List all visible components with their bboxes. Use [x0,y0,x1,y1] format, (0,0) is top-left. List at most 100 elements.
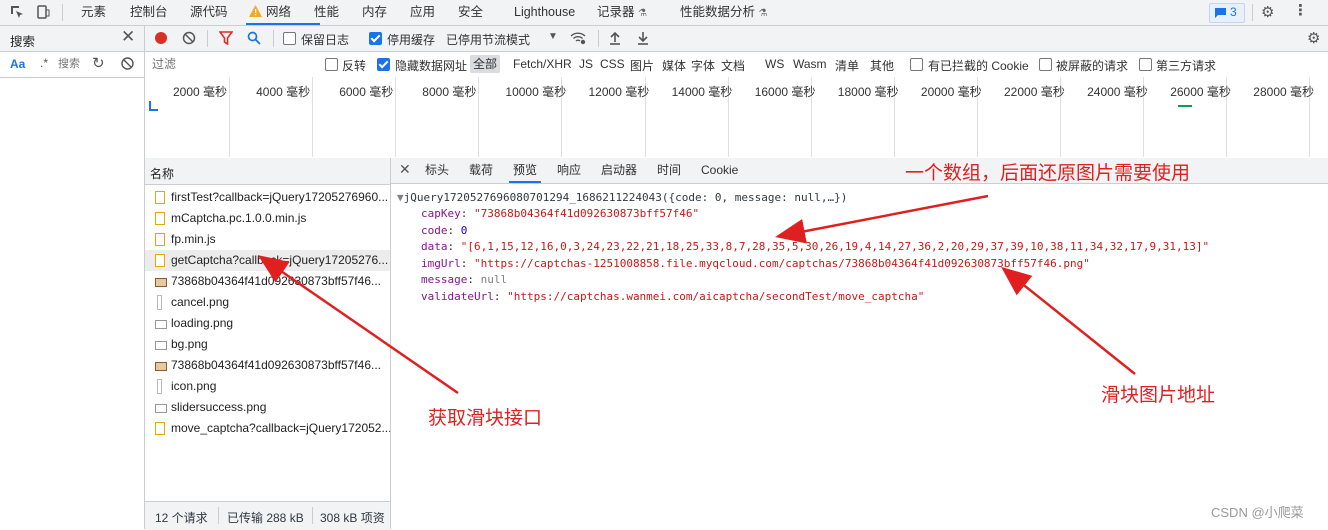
request-list-header[interactable]: 名称 [145,158,390,185]
timeline-tick-label: 4000 毫秒 [256,85,311,99]
more-options-icon[interactable]: ⋮ [1293,1,1308,19]
flask-icon: ⚗ [758,8,768,19]
request-row[interactable]: cancel.png [145,292,390,313]
import-har-icon[interactable] [609,31,621,45]
export-har-icon[interactable] [637,31,649,45]
invert-checkbox[interactable] [325,58,338,71]
disable-cache-checkbox[interactable] [369,32,382,45]
close-icon[interactable]: ✕ [121,27,135,47]
hide-data-urls-checkbox[interactable] [377,58,390,71]
search-icon[interactable] [247,31,261,45]
divider [62,4,63,21]
type-filter-1[interactable]: Fetch/XHR [513,57,572,71]
tab-lighthouse[interactable]: Lighthouse [514,0,575,25]
json-field-validateUrl[interactable]: validateUrl: "https://captchas.wanmei.co… [421,289,924,305]
tab-network[interactable]: 网络 [246,0,320,25]
request-row[interactable]: move_captcha?callback=jQuery172052... [145,418,390,439]
throttling-select[interactable]: 已停用节流模式 [446,31,530,48]
tab-application[interactable]: 应用 [410,0,435,25]
request-row[interactable]: fp.min.js [145,229,390,250]
request-row[interactable]: firstTest?callback=jQuery17205276960... [145,187,390,208]
request-row[interactable]: mCaptcha.pc.1.0.0.min.js [145,208,390,229]
network-settings-gear-icon[interactable]: ⚙ [1307,29,1320,47]
details-tab-2[interactable]: 预览 [509,158,542,183]
tab-sources[interactable]: 源代码 [190,0,228,25]
details-tab-6[interactable]: Cookie [701,158,738,183]
type-filter-9[interactable]: Wasm [793,57,827,71]
request-row[interactable]: slidersuccess.png [145,397,390,418]
js-file-icon [155,233,165,246]
network-conditions-icon[interactable] [570,31,587,45]
timeline-tick-label: 18000 毫秒 [837,85,899,99]
json-root[interactable]: ▼jQuery17205276960807012​94_168621122404… [397,190,847,206]
filter-icon[interactable] [219,31,233,45]
json-field-capKey[interactable]: capKey: "73868b04364f41d092630873bff57f4… [421,206,699,222]
type-filter-8[interactable]: WS [765,57,784,71]
settings-gear-icon[interactable]: ⚙ [1261,3,1274,21]
regex-toggle[interactable]: .* [40,56,48,70]
json-key: code [421,223,448,237]
type-filter-6[interactable]: 字体 [691,57,715,74]
tab-memory[interactable]: 内存 [362,0,387,25]
type-filter-11[interactable]: 其他 [870,57,894,74]
chevron-down-icon[interactable]: ▼ [548,31,558,42]
json-key: message [421,273,468,286]
json-value: "https://captchas-1251008858.file.myqclo… [474,256,1090,270]
blocked-requests-checkbox[interactable] [1039,58,1052,71]
json-field-data[interactable]: data: "[6,1,15,12,16,0,3,24,23,22,21,18,… [421,239,1209,255]
match-case-toggle[interactable]: Aa [10,57,25,71]
type-filter-2[interactable]: JS [579,57,593,71]
tab-performance[interactable]: 性能 [314,0,339,25]
request-name: slidersuccess.png [171,400,267,414]
tab-console[interactable]: 控制台 [130,0,168,25]
json-field-code[interactable]: code: 0 [421,223,467,239]
devtools-tab-bar: 元素 控制台 源代码 网络 性能 内存 应用 安全 Lighthouse 记录器… [0,0,1328,26]
details-tab-3[interactable]: 响应 [557,158,581,183]
divider [207,30,208,47]
timeline-tick-label: 14000 毫秒 [671,85,733,99]
third-party-checkbox[interactable] [1139,58,1152,71]
search-input[interactable] [58,56,86,71]
request-name: cancel.png [171,295,230,309]
type-filter-7[interactable]: 文档 [721,57,745,74]
clear-icon[interactable] [121,57,134,70]
tab-performance-insights[interactable]: 性能数据分析 ⚗ [680,0,767,25]
type-filter-10[interactable]: 清单 [835,57,859,74]
type-filter-0[interactable]: 全部 [470,55,501,73]
refresh-icon[interactable]: ↻ [92,54,105,72]
details-tab-5[interactable]: 时间 [657,158,681,183]
request-name: 73868b04364f41d092630873bff57f46... [171,274,381,288]
annotation-slider-image: 滑块图片地址 [1101,385,1216,406]
json-field-imgUrl[interactable]: imgUrl: "https://captchas-1251008858.fil… [421,256,1090,272]
json-colon: : [447,240,461,253]
tab-recorder[interactable]: 记录器 ⚗ [597,0,647,25]
type-filter-5[interactable]: 媒体 [662,57,686,74]
type-filter-4[interactable]: 图片 [630,57,654,74]
request-name: getCaptcha?callback=jQuery17205276... [171,253,389,267]
request-row[interactable]: bg.png [145,334,390,355]
divider [312,507,313,524]
request-row[interactable]: 73868b04364f41d092630873bff57f46... [145,271,390,292]
issues-counter-button[interactable]: 3 [1209,3,1245,23]
request-row[interactable]: 73868b04364f41d092630873bff57f46... [145,355,390,376]
preserve-log-checkbox[interactable] [283,32,296,45]
request-row[interactable]: loading.png [145,313,390,334]
details-tab-4[interactable]: 启动器 [601,158,637,183]
clear-log-icon[interactable] [182,31,196,45]
details-tab-1[interactable]: 载荷 [469,158,493,183]
filter-input[interactable] [149,56,315,72]
image-icon [155,278,167,287]
request-row[interactable]: icon.png [145,376,390,397]
record-icon[interactable] [154,31,168,45]
timeline-overview[interactable]: 2000 毫秒 4000 毫秒 6000 毫秒 8000 毫秒 10000 毫秒 1200… [145,77,1328,159]
json-field-message[interactable]: message: null [421,272,507,288]
details-tab-0[interactable]: 标头 [425,158,449,183]
device-toolbar-icon[interactable] [35,4,51,20]
type-filter-3[interactable]: CSS [600,57,625,71]
tab-elements[interactable]: 元素 [81,0,106,25]
close-details-icon[interactable]: ✕ [399,161,411,178]
tab-security[interactable]: 安全 [458,0,483,25]
request-row[interactable]: getCaptcha?callback=jQuery17205276... [145,250,390,271]
blocked-cookies-checkbox[interactable] [910,58,923,71]
inspect-element-icon[interactable] [9,4,25,20]
